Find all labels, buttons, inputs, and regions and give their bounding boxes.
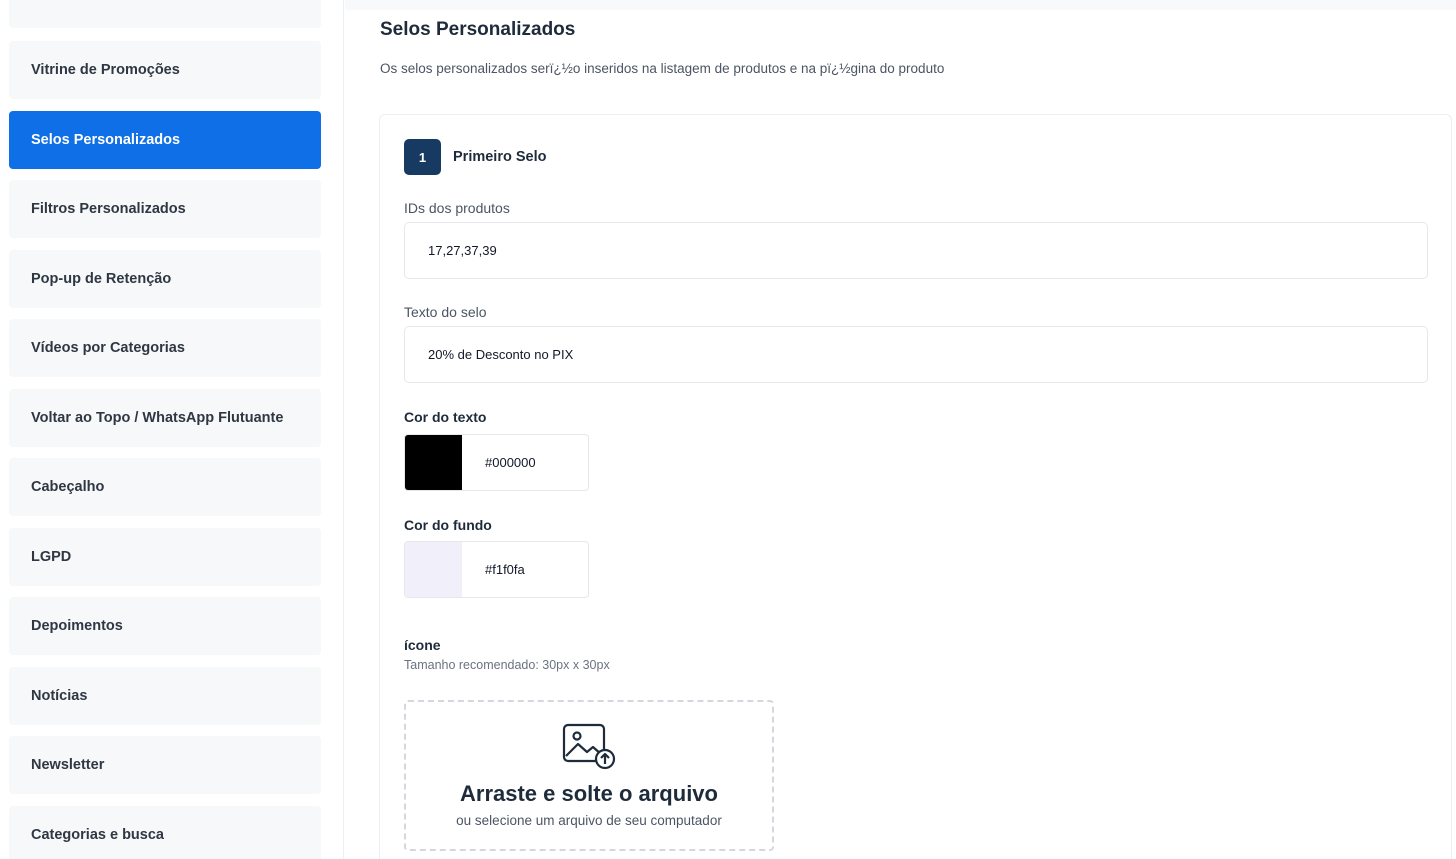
sidebar-item-filtros-personalizados[interactable]: Filtros Personalizados xyxy=(9,180,321,238)
text-color-label: Cor do texto xyxy=(404,409,487,425)
sidebar-item-newsletter[interactable]: Newsletter xyxy=(9,736,321,794)
page-title: Selos Personalizados xyxy=(380,19,576,40)
seal-text-input[interactable]: 20% de Desconto no PIX xyxy=(404,326,1428,383)
bg-color-swatch[interactable] xyxy=(405,542,462,597)
sidebar-item-label: Selos Personalizados xyxy=(31,132,181,148)
bg-color-label: Cor do fundo xyxy=(404,517,492,533)
sidebar-item-label: Categorias e busca xyxy=(31,827,164,843)
icon-size-hint: Tamanho recomendado: 30px x 30px xyxy=(404,658,610,672)
sidebar-item-videos-categorias[interactable]: Vídeos por Categorias xyxy=(9,319,321,377)
text-color-picker[interactable]: #000000 xyxy=(404,434,589,491)
sidebar-item-selos-personalizados[interactable]: Selos Personalizados xyxy=(9,111,321,169)
sidebar: Vitrine de Promoções Selos Personalizado… xyxy=(0,0,344,859)
bg-color-value[interactable]: #f1f0fa xyxy=(462,542,588,597)
main-content: Selos Personalizados Os selos personaliz… xyxy=(345,0,1456,859)
text-color-swatch[interactable] xyxy=(405,435,462,490)
product-ids-label: IDs dos produtos xyxy=(404,200,510,216)
sidebar-item-label: Pop-up de Retenção xyxy=(31,271,172,287)
sidebar-item-noticias[interactable]: Notícias xyxy=(9,667,321,725)
image-upload-icon xyxy=(562,723,616,770)
icon-upload-dropzone[interactable]: Arraste e solte o arquivo ou selecione u… xyxy=(404,700,774,851)
sidebar-item-label: Cabeçalho xyxy=(31,479,105,495)
seal-card: 1 Primeiro Selo IDs dos produtos 17,27,3… xyxy=(379,114,1452,859)
sidebar-item-label: Newsletter xyxy=(31,757,105,773)
sidebar-item-popup-retencao[interactable]: Pop-up de Retenção xyxy=(9,250,321,308)
sidebar-item-voltar-topo-whatsapp[interactable]: Voltar ao Topo / WhatsApp Flutuante xyxy=(9,389,321,447)
seal-title: Primeiro Selo xyxy=(453,149,547,165)
seal-number-badge: 1 xyxy=(404,139,441,175)
sidebar-item-vitrine-promocoes[interactable]: Vitrine de Promoções xyxy=(9,41,321,99)
page-description: Os selos personalizados serï¿½o inserido… xyxy=(380,61,945,76)
sidebar-item-label: Voltar ao Topo / WhatsApp Flutuante xyxy=(31,410,284,426)
sidebar-item-categorias-busca[interactable]: Categorias e busca xyxy=(9,806,321,859)
icon-label: ícone xyxy=(404,637,441,653)
sidebar-item-label: Filtros Personalizados xyxy=(31,201,186,217)
sidebar-item-lgpd[interactable]: LGPD xyxy=(9,528,321,586)
upload-subtitle: ou selecione um arquivo de seu computado… xyxy=(456,813,722,828)
sidebar-item-label: LGPD xyxy=(31,549,72,565)
text-color-value[interactable]: #000000 xyxy=(462,435,588,490)
seal-text-value: 20% de Desconto no PIX xyxy=(428,347,574,362)
upload-title: Arraste e solte o arquivo xyxy=(460,781,718,806)
sidebar-item-label: Depoimentos xyxy=(31,618,123,634)
sidebar-item-label: Notícias xyxy=(31,688,88,704)
bg-color-picker[interactable]: #f1f0fa xyxy=(404,541,589,598)
product-ids-input[interactable]: 17,27,37,39 xyxy=(404,222,1428,279)
top-strip xyxy=(345,0,1456,10)
product-ids-value: 17,27,37,39 xyxy=(428,243,497,258)
sidebar-item-cabecalho[interactable]: Cabeçalho xyxy=(9,458,321,516)
sidebar-item-depoimentos[interactable]: Depoimentos xyxy=(9,597,321,655)
sidebar-item-label: Vitrine de Promoções xyxy=(31,62,180,78)
sidebar-item-label: Vídeos por Categorias xyxy=(31,340,185,356)
seal-text-label: Texto do selo xyxy=(404,304,487,320)
sidebar-item-partial[interactable] xyxy=(9,0,321,28)
